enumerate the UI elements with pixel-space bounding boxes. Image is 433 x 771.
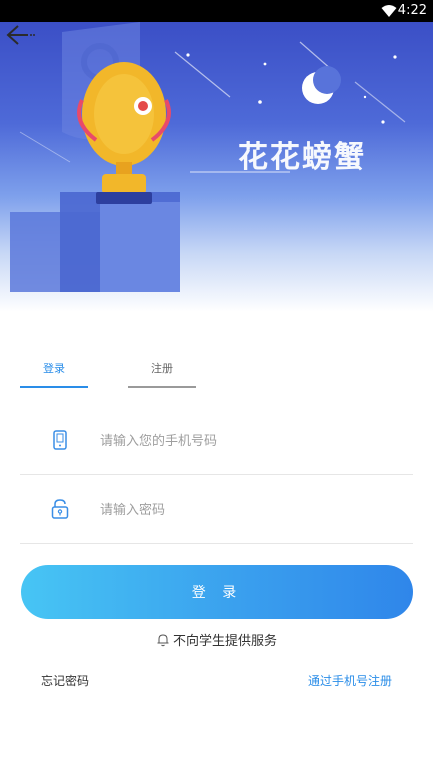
status-time: 4:22 — [397, 3, 427, 18]
notice-text: 不向学生提供服务 — [172, 634, 277, 649]
status-bar: 4:22 — [0, 0, 433, 22]
tab-login[interactable]: 登录 — [20, 358, 88, 388]
bell-icon — [157, 634, 169, 647]
password-field-row — [20, 475, 413, 544]
register-by-phone-link[interactable]: 通过手机号注册 — [308, 672, 392, 689]
back-arrow-icon[interactable] — [0, 22, 36, 48]
student-notice: 不向学生提供服务 — [0, 630, 433, 649]
auth-tabs: 登录 注册 — [20, 358, 220, 388]
app-name: 花花螃蟹 — [238, 140, 366, 175]
hero-illustration — [10, 22, 406, 292]
phone-field-row — [20, 406, 413, 475]
login-button[interactable]: 登 录 — [21, 565, 413, 619]
lock-icon — [51, 499, 69, 519]
phone-icon — [53, 430, 67, 450]
password-input[interactable] — [98, 497, 392, 523]
phone-input[interactable] — [98, 428, 392, 454]
tab-register[interactable]: 注册 — [128, 358, 196, 388]
hero-banner: 花花螃蟹 — [0, 22, 433, 312]
wifi-icon — [381, 5, 397, 17]
forgot-password-link[interactable]: 忘记密码 — [41, 672, 89, 689]
